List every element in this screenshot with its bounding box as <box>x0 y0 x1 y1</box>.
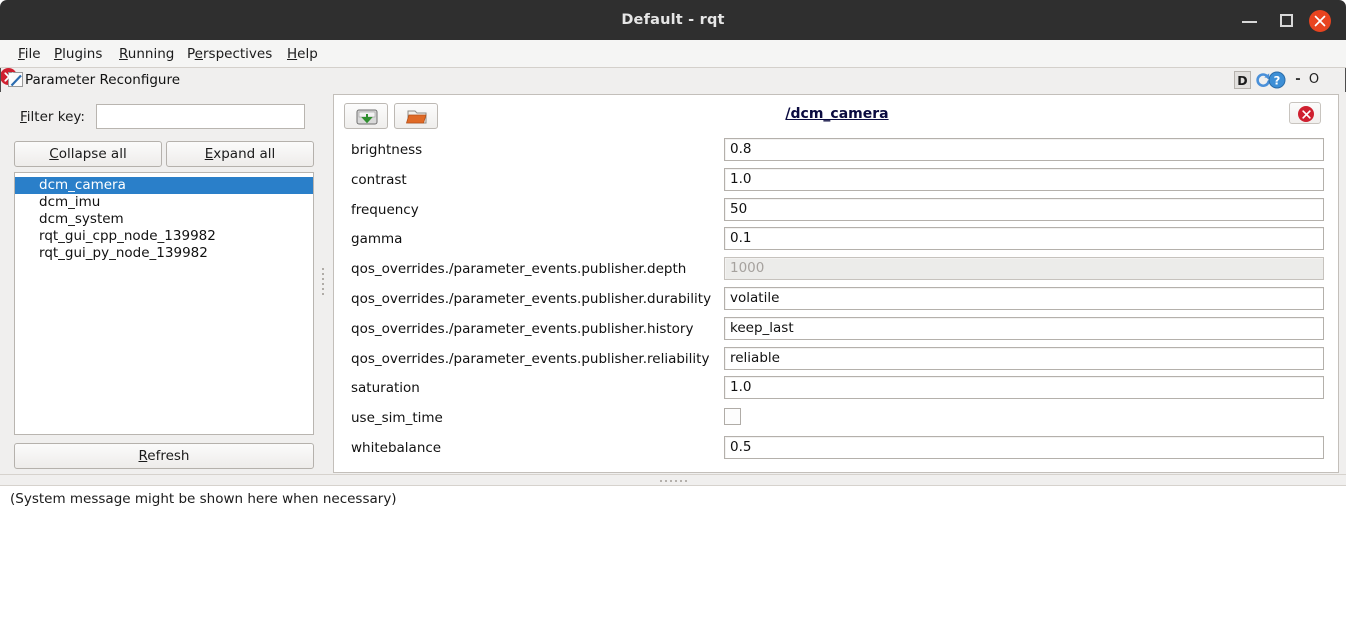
close-icon <box>1314 15 1326 27</box>
parameter-value-checkbox[interactable] <box>724 408 741 425</box>
status-area: (System message might be shown here when… <box>0 486 1346 622</box>
parameter-row: qos_overrides./parameter_events.publishe… <box>334 346 1340 376</box>
parameter-group-box: /dcm_camera brightness 0.8 contrast 1.0 … <box>333 94 1339 473</box>
menu-file[interactable]: File <box>12 40 47 68</box>
parameter-rows: brightness 0.8 contrast 1.0 frequency 50… <box>334 137 1340 465</box>
window-title: Default - rqt <box>0 0 1346 40</box>
parameter-label: whitebalance <box>351 440 441 456</box>
svg-text:?: ? <box>1274 73 1281 87</box>
parameter-value-input[interactable]: keep_last <box>724 317 1324 340</box>
refresh-button[interactable]: Refresh <box>14 443 314 469</box>
parameter-row: whitebalance 0.5 <box>334 435 1340 465</box>
window-close-button[interactable] <box>1309 10 1331 32</box>
parameter-value-input: 1000 <box>724 257 1324 280</box>
status-message: (System message might be shown here when… <box>10 491 397 507</box>
parameter-row: frequency 50 <box>334 197 1340 227</box>
menu-plugins[interactable]: Plugins <box>48 40 108 68</box>
parameter-label: qos_overrides./parameter_events.publishe… <box>351 351 709 367</box>
parameter-row: qos_overrides./parameter_events.publishe… <box>334 256 1340 286</box>
parameter-value-input[interactable]: volatile <box>724 287 1324 310</box>
filter-key-label: Filter key: <box>20 109 85 125</box>
plugin-help-button[interactable]: ? <box>1268 71 1286 89</box>
list-item[interactable]: rqt_gui_py_node_139982 <box>15 245 313 262</box>
rqt-main-window: Default - rqt File Plugins Running Persp… <box>0 0 1346 622</box>
parameter-value-input[interactable]: 1.0 <box>724 376 1324 399</box>
parameter-value-input[interactable]: 50 <box>724 198 1324 221</box>
expand-all-button[interactable]: Expand all <box>166 141 314 167</box>
parameter-label: saturation <box>351 380 420 396</box>
parameter-row: qos_overrides./parameter_events.publishe… <box>334 286 1340 316</box>
menu-perspectives[interactable]: Perspectives <box>181 40 278 68</box>
parameter-label: gamma <box>351 231 402 247</box>
list-item[interactable]: dcm_camera <box>15 177 313 194</box>
parameter-row: contrast 1.0 <box>334 167 1340 197</box>
parameter-row: use_sim_time <box>334 405 1340 435</box>
plugin-float-button[interactable]: O <box>1307 71 1321 89</box>
window-maximize-button[interactable] <box>1277 11 1296 30</box>
parameter-value-input[interactable]: 1.0 <box>724 168 1324 191</box>
plugin-title: Parameter Reconfigure <box>25 68 180 92</box>
parameter-label: qos_overrides./parameter_events.publishe… <box>351 261 686 277</box>
vertical-splitter[interactable] <box>318 92 328 480</box>
window-titlebar: Default - rqt <box>0 0 1346 40</box>
parameter-label: frequency <box>351 202 419 218</box>
menu-running[interactable]: Running <box>113 40 180 68</box>
horizontal-splitter[interactable] <box>0 474 1346 486</box>
collapse-all-button[interactable]: Collapse all <box>14 141 162 167</box>
parameter-group-close-button[interactable] <box>1289 102 1321 124</box>
close-icon <box>4 72 14 82</box>
help-icon: ? <box>1268 71 1286 89</box>
close-icon <box>1302 110 1311 119</box>
parameter-label: qos_overrides./parameter_events.publishe… <box>351 291 711 307</box>
list-item[interactable]: dcm_imu <box>15 194 313 211</box>
filter-key-input[interactable] <box>96 104 305 129</box>
parameter-row: qos_overrides./parameter_events.publishe… <box>334 316 1340 346</box>
plugin-minimize-button[interactable]: - <box>1292 71 1304 89</box>
parameter-value-input[interactable]: 0.5 <box>724 436 1324 459</box>
menubar: File Plugins Running Perspectives Help <box>0 40 1346 68</box>
plugin-dock-button[interactable]: D <box>1234 71 1251 89</box>
parameter-value-input[interactable]: 0.1 <box>724 227 1324 250</box>
parameter-row: gamma 0.1 <box>334 226 1340 256</box>
parameter-label: contrast <box>351 172 407 188</box>
parameter-value-input[interactable]: 0.8 <box>724 138 1324 161</box>
parameter-row: brightness 0.8 <box>334 137 1340 167</box>
window-minimize-button[interactable] <box>1240 11 1259 30</box>
parameter-label: use_sim_time <box>351 410 443 426</box>
parameter-label: brightness <box>351 142 422 158</box>
parameter-value-input[interactable]: reliable <box>724 347 1324 370</box>
plugin-titlebar: Parameter Reconfigure D ? - O <box>0 68 1346 92</box>
list-item[interactable]: rqt_gui_cpp_node_139982 <box>15 228 313 245</box>
parameter-row: saturation 1.0 <box>334 375 1340 405</box>
menu-help[interactable]: Help <box>281 40 324 68</box>
parameter-label: qos_overrides./parameter_events.publishe… <box>351 321 693 337</box>
parameter-editor-panel: /dcm_camera brightness 0.8 contrast 1.0 … <box>328 92 1346 480</box>
list-item[interactable]: dcm_system <box>15 211 313 228</box>
parameter-group-title[interactable]: /dcm_camera <box>334 103 1340 125</box>
node-list[interactable]: dcm_camera dcm_imu dcm_system rqt_gui_cp… <box>14 172 314 435</box>
